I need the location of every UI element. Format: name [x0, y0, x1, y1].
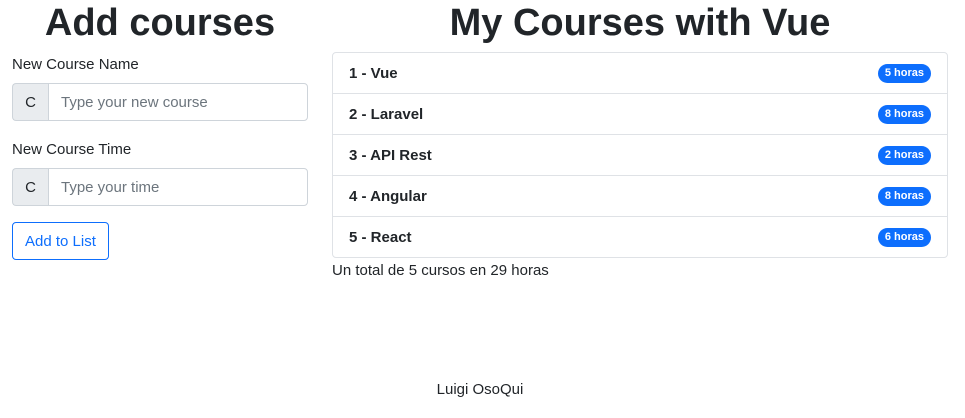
course-list-item: 4 - Angular 8 horas	[333, 175, 947, 216]
course-hours-badge: 6 horas	[877, 227, 931, 247]
add-courses-title: Add courses	[44, 2, 276, 44]
course-hours-badge: 2 horas	[877, 145, 931, 165]
course-hours-badge: 8 horas	[877, 104, 931, 124]
course-label: 5 - React	[349, 228, 412, 246]
course-label: 2 - Laravel	[349, 105, 424, 123]
course-time-input[interactable]	[48, 168, 308, 206]
course-time-label: New Course Time	[12, 141, 132, 158]
course-name-input-group: C	[12, 83, 308, 121]
courses-total-summary: Un total de 5 cursos en 29 horas	[332, 262, 549, 279]
course-time-input-group: C	[12, 168, 308, 206]
course-list-item: 1 - Vue 5 horas	[333, 53, 947, 93]
course-label: 4 - Angular	[349, 187, 427, 205]
course-list-item: 2 - Laravel 8 horas	[333, 93, 947, 134]
add-to-list-button[interactable]: Add to List	[12, 222, 109, 260]
my-courses-panel: My Courses with Vue 1 - Vue 5 horas 2 - …	[332, 0, 948, 280]
course-name-prefix: C	[12, 83, 48, 121]
add-courses-panel: Add courses New Course Name C New Course…	[12, 0, 308, 260]
course-hours-badge: 5 horas	[877, 63, 931, 83]
course-list-item: 5 - React 6 horas	[333, 216, 947, 257]
my-courses-title: My Courses with Vue	[449, 2, 831, 44]
course-label: 3 - API Rest	[349, 146, 432, 164]
footer-author: Luigi OsoQui	[436, 381, 524, 398]
course-list: 1 - Vue 5 horas 2 - Laravel 8 horas 3 - …	[332, 52, 948, 258]
course-name-label: New Course Name	[12, 56, 139, 73]
course-list-item: 3 - API Rest 2 horas	[333, 134, 947, 175]
course-label: 1 - Vue	[349, 64, 398, 82]
course-name-input[interactable]	[48, 83, 308, 121]
course-time-prefix: C	[12, 168, 48, 206]
course-hours-badge: 8 horas	[877, 186, 931, 206]
